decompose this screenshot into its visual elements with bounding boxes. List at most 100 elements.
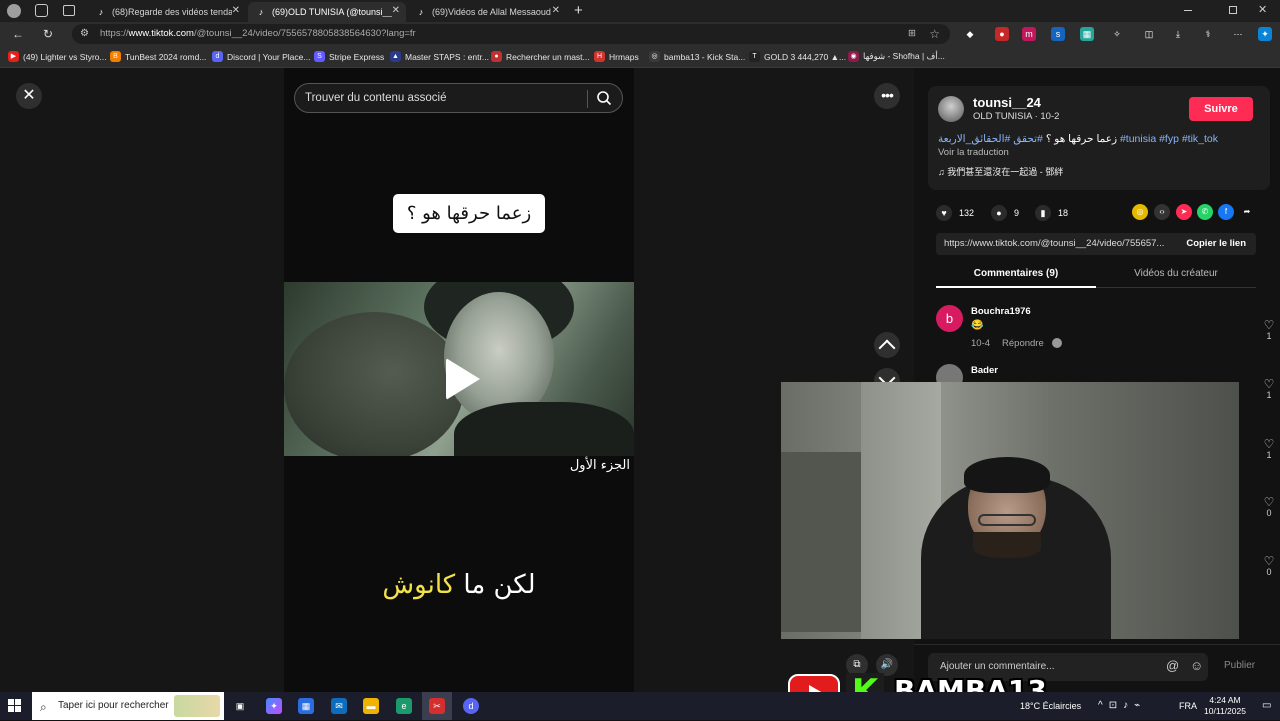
bookmark-item[interactable]: H Hrmaps — [594, 51, 639, 62]
downloads-icon[interactable]: ⤓ — [1171, 27, 1185, 41]
bookmark-item[interactable]: ▶ (49) Lighter vs Styro... — [8, 51, 107, 62]
bookmark-label: TunBest 2024 romd... — [125, 51, 207, 62]
save-count: 18 — [1058, 208, 1069, 218]
mail-icon[interactable]: ✉ — [331, 698, 347, 714]
bookmark-item[interactable]: S Stripe Express — [314, 51, 384, 62]
search-input[interactable]: Trouver du contenu associé — [294, 83, 623, 113]
tab-old-tunisia[interactable]: ♪ (69)OLD TUNISIA (@tounsi__24) ✕ — [248, 2, 406, 22]
favorite-star-icon[interactable]: ☆ — [929, 24, 940, 44]
close-icon[interactable]: ✕ — [16, 83, 42, 109]
extensions-puzzle-icon[interactable]: ✧ — [1110, 27, 1124, 41]
description-text: زعما حرقها هو ؟ — [1045, 133, 1118, 145]
avatar[interactable]: b — [936, 305, 963, 332]
notifications-icon[interactable]: ▭ — [1262, 700, 1271, 711]
bookmark-item[interactable]: ▲ Master STAPS : entr... — [390, 51, 489, 62]
close-tab-icon[interactable]: ✕ — [552, 5, 560, 16]
taskbar-search-input[interactable]: ⌕ Taper ici pour rechercher — [32, 692, 224, 720]
extension-green-icon[interactable]: ▦ — [1080, 27, 1094, 41]
previous-video-button[interactable] — [874, 332, 900, 358]
follow-button[interactable]: Suivre — [1189, 97, 1253, 121]
discord-icon[interactable]: d — [463, 698, 479, 714]
mention-icon[interactable]: @ — [1166, 658, 1179, 673]
copilot-icon[interactable]: ✦ — [266, 698, 282, 714]
save-button[interactable]: ▮ 18 — [1035, 205, 1068, 221]
tab-allal-messaoud[interactable]: ♪ (69)Vidéos de Allal Messaoud (@ ✕ — [408, 2, 566, 22]
input-language[interactable]: FRA — [1179, 701, 1197, 711]
store-icon[interactable]: ▦ — [298, 698, 314, 714]
comment-like[interactable]: ♡ 1 — [1262, 319, 1276, 341]
embed-icon[interactable]: ‹› — [1154, 204, 1170, 220]
play-icon[interactable] — [446, 358, 480, 400]
coin-share-icon[interactable]: ◎ — [1132, 204, 1148, 220]
browser-menu-icon[interactable]: ⋯ — [1231, 27, 1245, 41]
bookmark-item[interactable]: ◎ bamba13 - Kick Sta... — [649, 51, 745, 62]
facebook-icon[interactable]: f — [1218, 204, 1234, 220]
comment-like[interactable]: ♡ 1 — [1262, 378, 1276, 400]
reload-icon[interactable]: ↻ — [40, 26, 56, 42]
share-link-field[interactable]: https://www.tiktok.com/@tounsi__24/video… — [936, 233, 1256, 255]
close-window-button[interactable]: ✕ — [1258, 3, 1267, 16]
bookmark-item[interactable]: ◉ شوفها - Shofha | أف... — [848, 51, 945, 62]
snipping-tool-icon[interactable]: ✂ — [429, 698, 445, 714]
close-tab-icon[interactable]: ✕ — [232, 5, 240, 16]
tab-trending[interactable]: ♪ (68)Regarde des vidéos tendance ✕ — [88, 2, 246, 22]
emoji-icon[interactable]: ☺ — [1190, 658, 1203, 673]
comment-like[interactable]: ♡ 0 — [1262, 496, 1276, 518]
task-view-icon[interactable]: ▣ — [232, 698, 248, 714]
bookmark-item[interactable]: T GOLD 3 444,270 ▲... — [749, 51, 846, 62]
tray-icons[interactable]: ^⊡♪⌁ — [1098, 700, 1146, 711]
extension-red-icon[interactable]: ● — [995, 27, 1009, 41]
clock-time: 4:24 AM — [1209, 695, 1241, 705]
split-screen-icon[interactable]: ◫ — [1142, 27, 1156, 41]
weather-widget[interactable]: 18°C Éclaircies — [1020, 701, 1081, 711]
clock[interactable]: 4:24 AM 10/11/2025 — [1200, 695, 1250, 717]
tab-creator-videos[interactable]: Vidéos du créateur — [1096, 268, 1256, 279]
username[interactable]: tounsi__24 — [973, 95, 1041, 110]
workspaces-icon[interactable] — [35, 4, 48, 17]
file-explorer-icon[interactable]: ▬ — [363, 698, 379, 714]
tab-actions-icon[interactable] — [63, 5, 75, 16]
restore-button[interactable] — [1229, 6, 1237, 14]
extension-pink-icon[interactable]: m — [1022, 27, 1036, 41]
comment-author[interactable]: Bouchra1976 — [971, 306, 1031, 317]
back-icon[interactable]: ← — [10, 26, 26, 42]
copilot-icon[interactable]: ✦ — [1258, 27, 1272, 41]
extension-diamond-icon[interactable]: ◆ — [963, 27, 977, 41]
send-icon[interactable]: ➤ — [1176, 204, 1192, 220]
site-info-icon[interactable]: ⚙ — [80, 24, 89, 44]
comment-button[interactable]: ● 9 — [991, 205, 1019, 221]
comment-like-count: 1 — [1266, 331, 1272, 341]
comment-like[interactable]: ♡ 1 — [1262, 438, 1276, 460]
reply-button[interactable]: Répondre — [1002, 338, 1044, 349]
stripe-icon: S — [314, 51, 325, 62]
share-arrow-icon[interactable]: ➦ — [1239, 204, 1255, 220]
music-link[interactable]: ♫ 我們甚至還沒在一起過 - 鄧絆 — [938, 165, 1063, 178]
copy-link-button[interactable]: Copier le lien — [1186, 233, 1246, 255]
publish-button[interactable]: Publier — [1224, 660, 1255, 671]
comment-like[interactable]: ♡ 0 — [1262, 555, 1276, 577]
video-info-card: tounsi__24 OLD TUNISIA · 10-2 Suivre زعم… — [928, 86, 1270, 190]
close-tab-icon[interactable]: ✕ — [392, 5, 400, 16]
whatsapp-icon[interactable]: ✆ — [1197, 204, 1213, 220]
video-caption-bottom: لكن ما كانوش — [284, 570, 634, 600]
tab-comments[interactable]: Commentaires (9) — [936, 268, 1096, 279]
search-icon[interactable] — [596, 90, 612, 106]
avatar[interactable] — [938, 96, 964, 122]
new-tab-button[interactable]: + — [574, 2, 583, 19]
like-button[interactable]: ♥ 132 — [936, 205, 974, 221]
extension-blue-icon[interactable]: s — [1051, 27, 1065, 41]
performance-icon[interactable]: ⚕ — [1201, 27, 1215, 41]
comment-author[interactable]: Bader — [971, 365, 998, 376]
edge-icon[interactable]: e — [396, 698, 412, 714]
address-bar[interactable]: ⚙ https://www.tiktok.com/@tounsi__24/vid… — [72, 24, 950, 44]
bookmark-item[interactable]: ● Rechercher un mast... — [491, 51, 590, 62]
bookmark-item[interactable]: d Discord | Your Place... — [212, 51, 310, 62]
minimize-button[interactable] — [1184, 10, 1192, 11]
translate-link[interactable]: Voir la traduction — [938, 147, 1009, 158]
tab-underline — [936, 286, 1096, 288]
profile-avatar[interactable] — [7, 4, 21, 18]
bookmark-item[interactable]: B TunBest 2024 romd... — [110, 51, 206, 62]
more-options-button[interactable]: ••• — [874, 83, 900, 109]
app-install-icon[interactable]: ⊞ — [908, 24, 916, 44]
windows-start-icon[interactable] — [8, 699, 22, 713]
